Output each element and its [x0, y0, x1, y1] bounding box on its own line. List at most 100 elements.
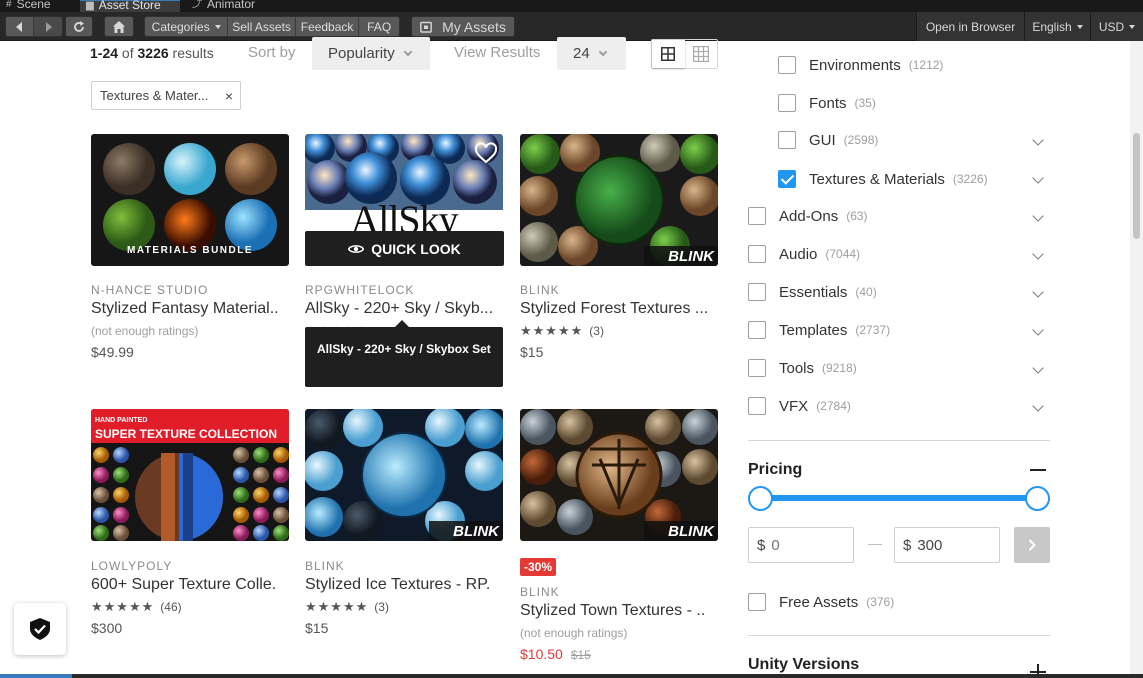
- price-slider-max-handle[interactable]: [1025, 486, 1050, 511]
- sell-assets-button[interactable]: Sell Assets: [228, 17, 296, 36]
- chevron-down-icon[interactable]: [1032, 324, 1044, 336]
- asset-title[interactable]: AllSky - 220+ Sky / Skyb...: [305, 300, 505, 318]
- refresh-button[interactable]: [65, 16, 93, 37]
- chevron-down-icon[interactable]: [1032, 286, 1044, 298]
- forward-button[interactable]: [34, 17, 62, 36]
- asset-card[interactable]: BLINK: [520, 409, 718, 541]
- publisher-name[interactable]: RPGWHITELOCK: [305, 283, 414, 297]
- forward-arrow-icon: [46, 21, 52, 32]
- tab-asset-store[interactable]: ▆ Asset Store: [80, 0, 180, 12]
- checkbox[interactable]: [778, 94, 796, 112]
- price-slider-track[interactable]: [760, 495, 1038, 501]
- asset-card[interactable]: BLINK: [520, 134, 718, 266]
- chevron-down-icon: [403, 47, 412, 56]
- filter-gui[interactable]: GUI (2598): [778, 131, 878, 149]
- filter-tools[interactable]: Tools (9218): [748, 359, 857, 377]
- thumbnail-caption: BLINK: [668, 248, 714, 265]
- max-price-input[interactable]: [917, 536, 988, 554]
- chevron-down-icon[interactable]: [1032, 134, 1044, 146]
- small-grid-icon: [692, 46, 709, 62]
- publisher-name[interactable]: BLINK: [520, 283, 560, 297]
- filter-vfx[interactable]: VFX (2784): [748, 397, 851, 415]
- asset-thumbnail[interactable]: BLINK: [520, 409, 718, 541]
- refresh-icon: [74, 20, 84, 32]
- scrollbar-thumb[interactable]: [1133, 133, 1140, 239]
- min-price-field[interactable]: $: [748, 527, 854, 563]
- caret-down-icon: [1129, 24, 1136, 29]
- thumbnail-image: [305, 409, 503, 541]
- language-dropdown[interactable]: English: [1024, 12, 1090, 41]
- checkbox[interactable]: [778, 131, 796, 149]
- collapse-icon[interactable]: [1030, 469, 1046, 471]
- publisher-name[interactable]: BLINK: [305, 559, 345, 573]
- checkbox-checked[interactable]: [778, 170, 796, 188]
- filter-audio[interactable]: Audio (7044): [748, 245, 860, 263]
- open-in-browser-button[interactable]: Open in Browser: [916, 12, 1024, 41]
- sort-dropdown[interactable]: Popularity: [312, 37, 430, 70]
- asset-title[interactable]: Stylized Town Textures - ..: [520, 602, 720, 620]
- back-button[interactable]: [6, 17, 35, 36]
- star-rating: ★★★★★ (46): [91, 599, 182, 614]
- asset-title[interactable]: 600+ Super Texture Colle.: [91, 576, 291, 594]
- checkbox[interactable]: [748, 245, 766, 263]
- currency-dropdown[interactable]: USD: [1090, 12, 1143, 41]
- home-button[interactable]: [104, 16, 134, 37]
- chevron-down-icon[interactable]: [1032, 362, 1044, 374]
- asset-title[interactable]: Stylized Ice Textures - RP.: [305, 576, 505, 594]
- asset-thumbnail[interactable]: BLINK: [305, 409, 503, 541]
- publisher-name[interactable]: N-HANCE STUDIO: [91, 283, 208, 297]
- apply-price-button[interactable]: [1014, 527, 1050, 563]
- checkbox[interactable]: [748, 359, 766, 377]
- asset-title[interactable]: Stylized Fantasy Material..: [91, 300, 291, 318]
- asset-card[interactable]: MATERIALS BUNDLE: [91, 134, 289, 266]
- checkbox[interactable]: [748, 321, 766, 339]
- filter-fonts[interactable]: Fonts (35): [778, 94, 876, 112]
- thumbnail-caption: AllSky: [350, 197, 458, 235]
- filter-essentials[interactable]: Essentials (40): [748, 283, 877, 301]
- asset-price: $49.99: [91, 344, 134, 360]
- privacy-shield-button[interactable]: [14, 603, 66, 655]
- filter-environments[interactable]: Environments (1212): [778, 56, 943, 74]
- checkbox[interactable]: [748, 283, 766, 301]
- chevron-down-icon[interactable]: [1032, 400, 1044, 412]
- filter-templates[interactable]: Templates (2737): [748, 321, 890, 339]
- small-grid-view-button[interactable]: [685, 40, 718, 68]
- asset-card[interactable]: BLINK: [305, 409, 503, 541]
- chevron-down-icon[interactable]: [1032, 172, 1044, 184]
- checkbox[interactable]: [778, 56, 796, 74]
- per-page-dropdown[interactable]: 24: [557, 37, 626, 70]
- publisher-name[interactable]: LOWLYPOLY: [91, 559, 172, 573]
- caret-down-icon: [1076, 24, 1083, 29]
- asset-card[interactable]: HAND PAINTED SUPER TEXTURE COLLECTION: [91, 409, 289, 541]
- max-price-field[interactable]: $: [894, 527, 1000, 563]
- scrollbar[interactable]: [1130, 41, 1143, 678]
- faq-button[interactable]: FAQ: [359, 17, 399, 36]
- chevron-down-icon[interactable]: [1032, 248, 1044, 260]
- checkbox[interactable]: [748, 397, 766, 415]
- tab-scene[interactable]: # Scene: [0, 0, 80, 12]
- tab-animator[interactable]: ⤴ Animator: [186, 0, 276, 12]
- large-grid-view-button[interactable]: [652, 40, 685, 68]
- asset-thumbnail[interactable]: HAND PAINTED SUPER TEXTURE COLLECTION: [91, 409, 289, 541]
- remove-filter-icon[interactable]: ×: [225, 88, 233, 104]
- rating-text: (not enough ratings): [520, 626, 628, 640]
- chevron-down-icon[interactable]: [1032, 210, 1044, 222]
- asset-thumbnail[interactable]: BLINK: [520, 134, 718, 266]
- categories-menu[interactable]: Categories: [145, 17, 229, 36]
- min-price-input[interactable]: [771, 536, 842, 554]
- divider: [748, 635, 1050, 636]
- asset-thumbnail[interactable]: MATERIALS BUNDLE: [91, 134, 289, 266]
- star-rating: ★★★★★ (3): [520, 323, 604, 338]
- feedback-button[interactable]: Feedback: [295, 17, 360, 36]
- heart-icon[interactable]: [474, 142, 498, 166]
- price-slider-min-handle[interactable]: [748, 486, 773, 511]
- filter-free-assets[interactable]: Free Assets (376): [748, 593, 894, 611]
- quick-look-button[interactable]: QUICK LOOK: [305, 231, 504, 266]
- asset-title[interactable]: Stylized Forest Textures ...: [520, 300, 720, 318]
- my-assets-button[interactable]: My Assets: [411, 16, 515, 37]
- checkbox[interactable]: [748, 593, 766, 611]
- filter-textures-materials[interactable]: Textures & Materials (3226): [778, 170, 988, 188]
- publisher-name[interactable]: BLINK: [520, 585, 560, 599]
- filter-add-ons[interactable]: Add-Ons (63): [748, 207, 868, 225]
- checkbox[interactable]: [748, 207, 766, 225]
